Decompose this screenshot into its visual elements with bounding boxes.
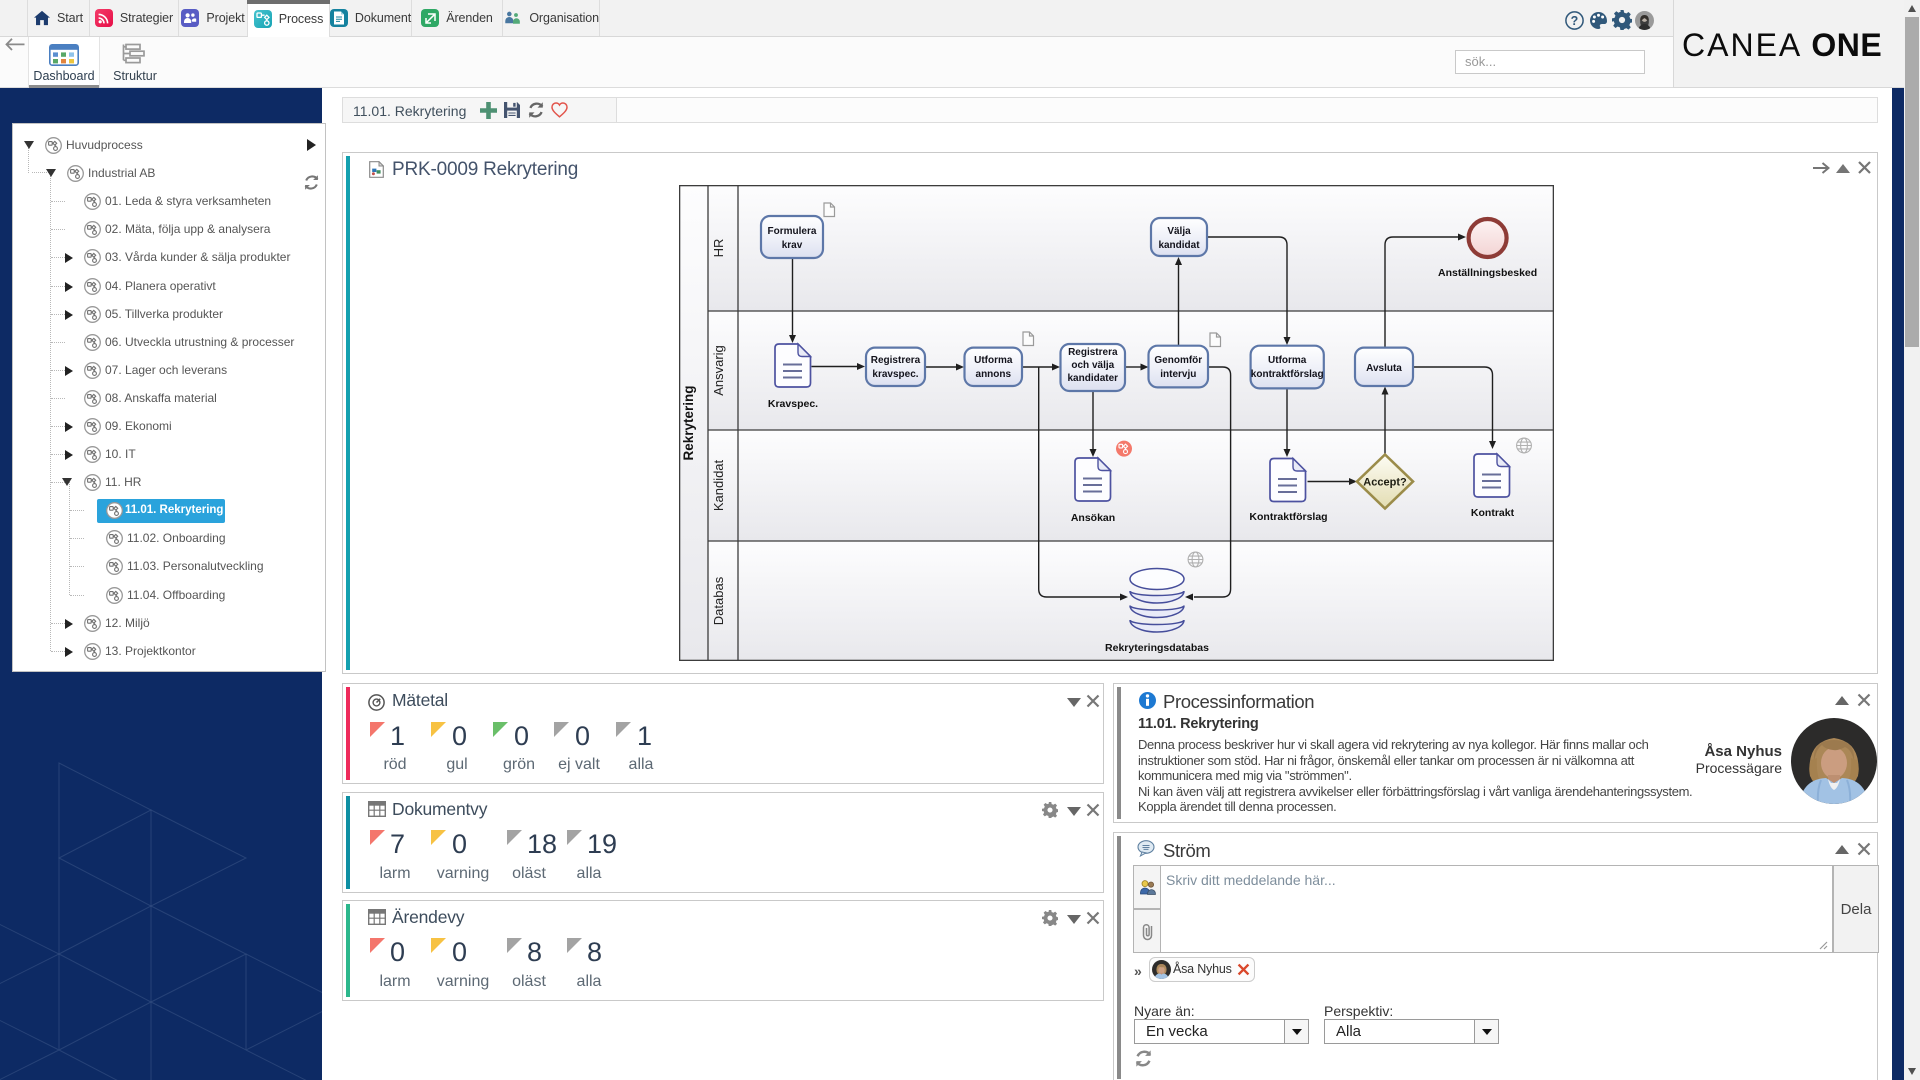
svg-text:Accept?: Accept? <box>1363 477 1407 489</box>
svg-text:kandidater: kandidater <box>1068 373 1119 384</box>
svg-text:kontraktförslag: kontraktförslag <box>1251 369 1324 380</box>
svg-text:Anställningsbesked: Anställningsbesked <box>1438 267 1537 279</box>
svg-text:Utforma: Utforma <box>1268 355 1307 366</box>
svg-text:Formulera: Formulera <box>768 226 817 237</box>
svg-text:Kandidat: Kandidat <box>711 459 726 511</box>
svg-text:krav: krav <box>782 240 803 251</box>
svg-text:Rekrytering: Rekrytering <box>681 385 696 460</box>
svg-text:Ansvarig: Ansvarig <box>711 345 726 396</box>
svg-text:Utforma: Utforma <box>974 355 1013 366</box>
svg-text:Kravspec.: Kravspec. <box>768 398 818 410</box>
svg-text:Genomför: Genomför <box>1154 355 1202 366</box>
svg-text:Registrera: Registrera <box>871 355 921 366</box>
svg-text:Databas: Databas <box>711 576 726 625</box>
svg-text:Rekryteringsdatabas: Rekryteringsdatabas <box>1105 642 1209 654</box>
svg-text:Avsluta: Avsluta <box>1366 363 1402 374</box>
svg-text:Registrera: Registrera <box>1068 347 1118 358</box>
svg-text:kandidat: kandidat <box>1158 240 1200 251</box>
svg-text:Kontrakt: Kontrakt <box>1471 507 1515 519</box>
svg-text:Välja: Välja <box>1167 226 1191 237</box>
svg-text:kravspec.: kravspec. <box>872 369 918 380</box>
svg-text:intervju: intervju <box>1160 369 1196 380</box>
svg-text:HR: HR <box>711 239 726 258</box>
svg-text:Kontraktförslag: Kontraktförslag <box>1249 511 1327 523</box>
svg-text:annons: annons <box>976 369 1012 380</box>
svg-text:Ansökan: Ansökan <box>1071 512 1115 524</box>
svg-text:?: ? <box>1571 14 1579 28</box>
svg-text:och välja: och välja <box>1071 360 1114 371</box>
